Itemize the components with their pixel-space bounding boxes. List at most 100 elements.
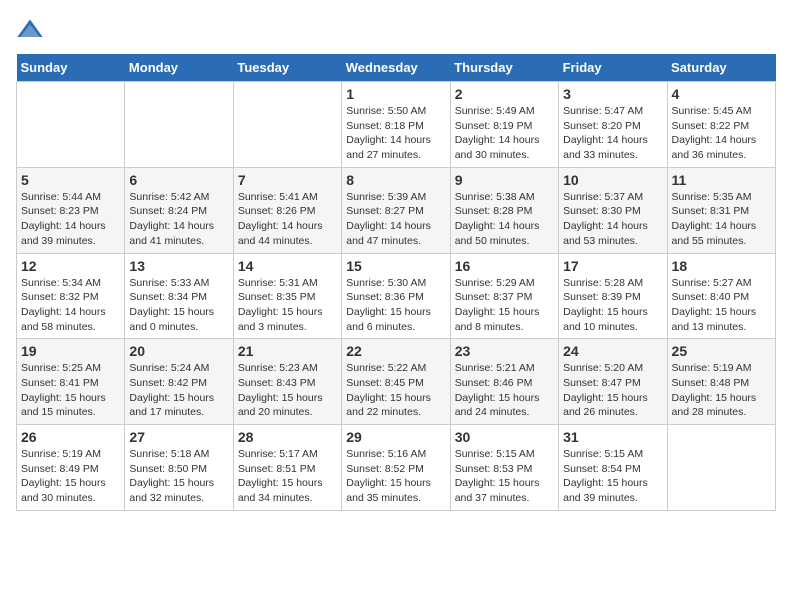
calendar-cell: 18Sunrise: 5:27 AMSunset: 8:40 PMDayligh… [667,253,775,339]
day-number: 18 [672,258,771,274]
day-number: 13 [129,258,228,274]
calendar-cell [125,82,233,168]
calendar-week-row: 1 Sunrise: 5:50 AMSunset: 8:18 PMDaylight… [17,82,776,168]
day-info: Sunrise: 5:44 AMSunset: 8:23 PMDaylight:… [21,190,120,249]
calendar-cell: 31Sunrise: 5:15 AMSunset: 8:54 PMDayligh… [559,425,667,511]
calendar-cell: 11 Sunrise: 5:35 AMSunset: 8:31 PMDayligh… [667,167,775,253]
calendar-cell: 7 Sunrise: 5:41 AMSunset: 8:26 PMDaylight… [233,167,341,253]
calendar-cell: 27 Sunrise: 5:18 AMSunset: 8:50 PMDayligh… [125,425,233,511]
day-number: 1 [346,86,445,102]
day-number: 28 [238,429,337,445]
day-info: Sunrise: 5:50 AMSunset: 8:18 PMDaylight:… [346,104,445,163]
calendar-cell: 5Sunrise: 5:44 AMSunset: 8:23 PMDaylight… [17,167,125,253]
day-number: 27 [129,429,228,445]
day-info: Sunrise: 5:22 AMSunset: 8:45 PMDaylight:… [346,361,445,420]
day-info: Sunrise: 5:41 AMSunset: 8:26 PMDaylight:… [238,190,337,249]
day-number: 21 [238,343,337,359]
day-number: 9 [455,172,554,188]
day-info: Sunrise: 5:42 AMSunset: 8:24 PMDaylight:… [129,190,228,249]
calendar-cell: 8 Sunrise: 5:39 AMSunset: 8:27 PMDaylight… [342,167,450,253]
calendar-cell: 20Sunrise: 5:24 AMSunset: 8:42 PMDayligh… [125,339,233,425]
logo [16,16,48,44]
day-number: 12 [21,258,120,274]
day-of-week-header: Saturday [667,54,775,82]
calendar-cell: 13 Sunrise: 5:33 AMSunset: 8:34 PMDayligh… [125,253,233,339]
calendar-cell: 30 Sunrise: 5:15 AMSunset: 8:53 PMDayligh… [450,425,558,511]
calendar-cell: 14 Sunrise: 5:31 AMSunset: 8:35 PMDayligh… [233,253,341,339]
day-number: 4 [672,86,771,102]
calendar-table: SundayMondayTuesdayWednesdayThursdayFrid… [16,54,776,511]
page-header [16,16,776,44]
day-info: Sunrise: 5:38 AMSunset: 8:28 PMDaylight:… [455,190,554,249]
day-info: Sunrise: 5:39 AMSunset: 8:27 PMDaylight:… [346,190,445,249]
calendar-cell: 28 Sunrise: 5:17 AMSunset: 8:51 PMDayligh… [233,425,341,511]
calendar-cell: 10 Sunrise: 5:37 AMSunset: 8:30 PMDayligh… [559,167,667,253]
calendar-cell: 9 Sunrise: 5:38 AMSunset: 8:28 PMDaylight… [450,167,558,253]
day-number: 30 [455,429,554,445]
day-info: Sunrise: 5:19 AMSunset: 8:48 PMDaylight:… [672,361,771,420]
day-info: Sunrise: 5:15 AMSunset: 8:53 PMDaylight:… [455,447,554,506]
day-info: Sunrise: 5:18 AMSunset: 8:50 PMDaylight:… [129,447,228,506]
calendar-cell: 25 Sunrise: 5:19 AMSunset: 8:48 PMDayligh… [667,339,775,425]
calendar-cell [233,82,341,168]
calendar-week-row: 5Sunrise: 5:44 AMSunset: 8:23 PMDaylight… [17,167,776,253]
day-info: Sunrise: 5:29 AMSunset: 8:37 PMDaylight:… [455,276,554,335]
day-of-week-header: Wednesday [342,54,450,82]
day-info: Sunrise: 5:49 AMSunset: 8:19 PMDaylight:… [455,104,554,163]
day-info: Sunrise: 5:28 AMSunset: 8:39 PMDaylight:… [563,276,662,335]
day-info: Sunrise: 5:21 AMSunset: 8:46 PMDaylight:… [455,361,554,420]
calendar-cell: 21 Sunrise: 5:23 AMSunset: 8:43 PMDayligh… [233,339,341,425]
day-number: 14 [238,258,337,274]
day-number: 7 [238,172,337,188]
calendar-cell: 2 Sunrise: 5:49 AMSunset: 8:19 PMDaylight… [450,82,558,168]
day-number: 23 [455,343,554,359]
day-number: 11 [672,172,771,188]
day-number: 8 [346,172,445,188]
day-info: Sunrise: 5:33 AMSunset: 8:34 PMDaylight:… [129,276,228,335]
calendar-header-row: SundayMondayTuesdayWednesdayThursdayFrid… [17,54,776,82]
day-info: Sunrise: 5:25 AMSunset: 8:41 PMDaylight:… [21,361,120,420]
day-number: 6 [129,172,228,188]
calendar-cell: 19Sunrise: 5:25 AMSunset: 8:41 PMDayligh… [17,339,125,425]
calendar-week-row: 19Sunrise: 5:25 AMSunset: 8:41 PMDayligh… [17,339,776,425]
day-info: Sunrise: 5:35 AMSunset: 8:31 PMDaylight:… [672,190,771,249]
day-of-week-header: Friday [559,54,667,82]
logo-icon [16,16,44,44]
day-number: 15 [346,258,445,274]
day-of-week-header: Thursday [450,54,558,82]
day-number: 3 [563,86,662,102]
day-of-week-header: Monday [125,54,233,82]
calendar-cell: 16 Sunrise: 5:29 AMSunset: 8:37 PMDayligh… [450,253,558,339]
day-number: 22 [346,343,445,359]
day-number: 16 [455,258,554,274]
day-info: Sunrise: 5:31 AMSunset: 8:35 PMDaylight:… [238,276,337,335]
day-of-week-header: Sunday [17,54,125,82]
day-number: 2 [455,86,554,102]
calendar-cell: 1 Sunrise: 5:50 AMSunset: 8:18 PMDaylight… [342,82,450,168]
calendar-cell: 4Sunrise: 5:45 AMSunset: 8:22 PMDaylight… [667,82,775,168]
day-info: Sunrise: 5:34 AMSunset: 8:32 PMDaylight:… [21,276,120,335]
calendar-cell: 29 Sunrise: 5:16 AMSunset: 8:52 PMDayligh… [342,425,450,511]
day-number: 17 [563,258,662,274]
day-info: Sunrise: 5:24 AMSunset: 8:42 PMDaylight:… [129,361,228,420]
day-info: Sunrise: 5:17 AMSunset: 8:51 PMDaylight:… [238,447,337,506]
day-info: Sunrise: 5:16 AMSunset: 8:52 PMDaylight:… [346,447,445,506]
day-number: 29 [346,429,445,445]
calendar-cell [667,425,775,511]
day-number: 25 [672,343,771,359]
day-info: Sunrise: 5:20 AMSunset: 8:47 PMDaylight:… [563,361,662,420]
calendar-cell: 22 Sunrise: 5:22 AMSunset: 8:45 PMDayligh… [342,339,450,425]
day-info: Sunrise: 5:30 AMSunset: 8:36 PMDaylight:… [346,276,445,335]
day-info: Sunrise: 5:23 AMSunset: 8:43 PMDaylight:… [238,361,337,420]
day-info: Sunrise: 5:37 AMSunset: 8:30 PMDaylight:… [563,190,662,249]
calendar-cell: 23 Sunrise: 5:21 AMSunset: 8:46 PMDayligh… [450,339,558,425]
calendar-cell: 12 Sunrise: 5:34 AMSunset: 8:32 PMDayligh… [17,253,125,339]
day-info: Sunrise: 5:47 AMSunset: 8:20 PMDaylight:… [563,104,662,163]
calendar-cell [17,82,125,168]
day-number: 10 [563,172,662,188]
calendar-week-row: 26Sunrise: 5:19 AMSunset: 8:49 PMDayligh… [17,425,776,511]
calendar-cell: 3 Sunrise: 5:47 AMSunset: 8:20 PMDaylight… [559,82,667,168]
calendar-cell: 17 Sunrise: 5:28 AMSunset: 8:39 PMDayligh… [559,253,667,339]
calendar-week-row: 12 Sunrise: 5:34 AMSunset: 8:32 PMDayligh… [17,253,776,339]
calendar-cell: 24Sunrise: 5:20 AMSunset: 8:47 PMDayligh… [559,339,667,425]
